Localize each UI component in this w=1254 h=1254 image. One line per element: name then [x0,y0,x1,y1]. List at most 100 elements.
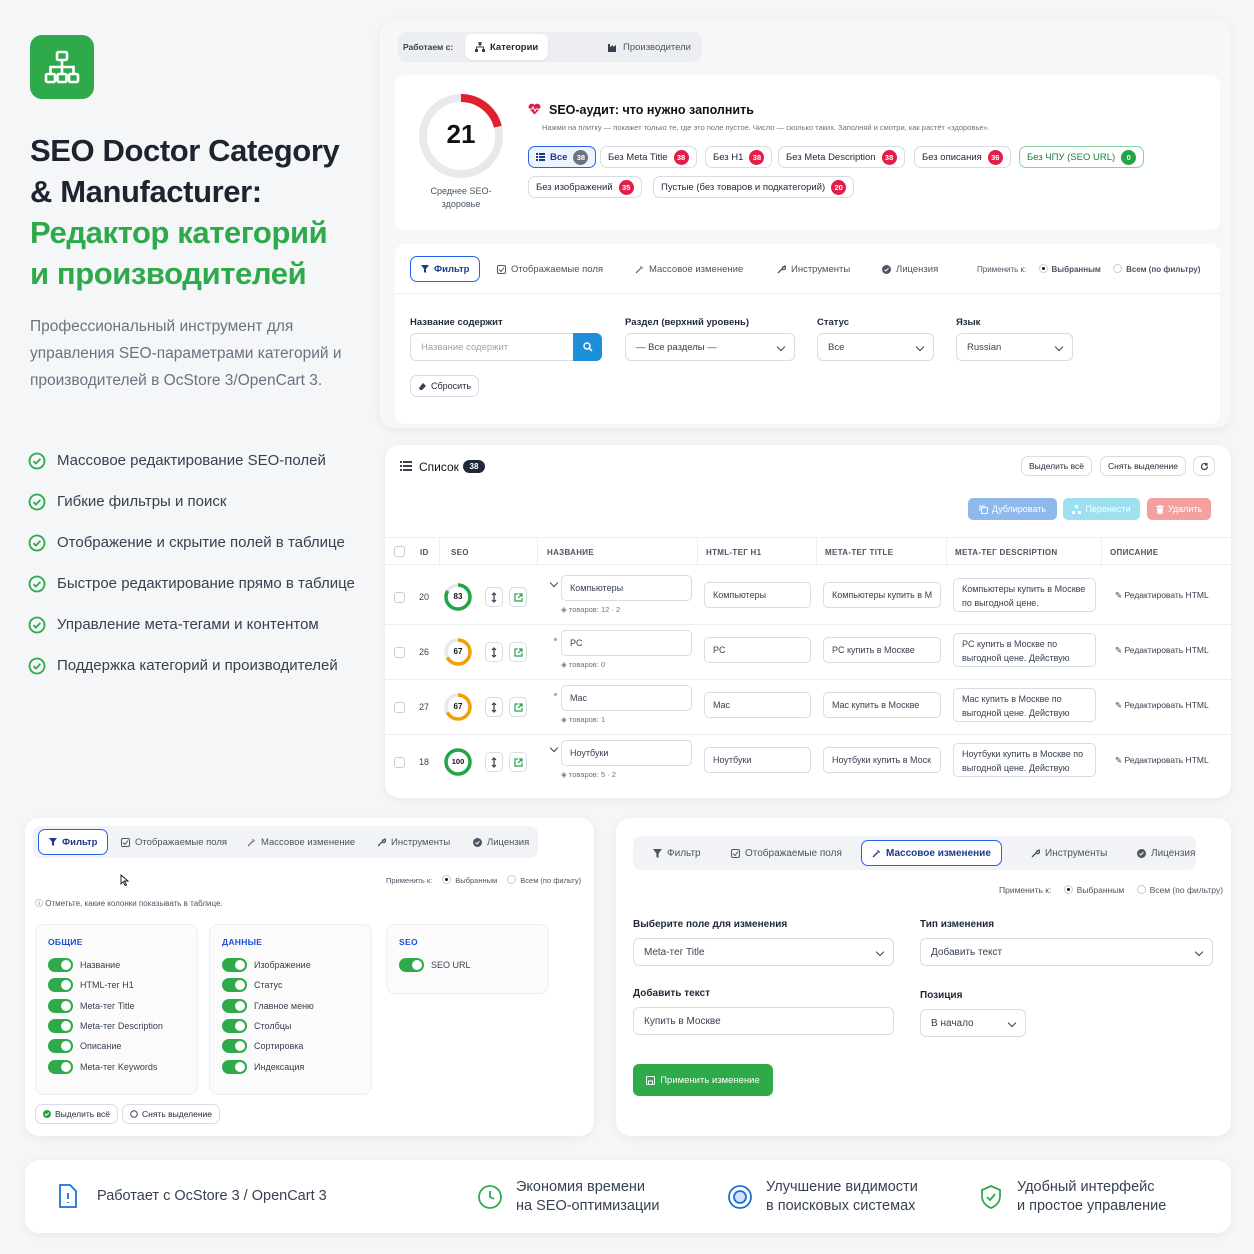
toggle-row[interactable]: Meta-тег Title [48,996,185,1016]
toggle-row[interactable]: SEO URL [399,955,536,975]
row-checkbox[interactable] [394,647,405,658]
tab-license[interactable]: Лицензия [463,829,539,855]
name-field[interactable]: PC [561,630,692,656]
tab-mass-edit[interactable]: Массовое изменение [625,256,753,282]
mass-text-input[interactable]: Купить в Москве [633,1007,894,1035]
open-link-button[interactable] [509,752,527,772]
edit-html-button[interactable]: ✎ Редактировать HTML [1115,645,1209,656]
search-button[interactable] [573,333,602,361]
toggle-row[interactable]: Сортировка [222,1036,359,1056]
h1-field[interactable]: PC [704,637,811,663]
deselect-button[interactable]: Снять выделение [122,1104,221,1124]
toggle-row[interactable]: Индексация [222,1056,359,1076]
refresh-button[interactable] [1193,456,1215,476]
meta-description-field[interactable]: PC купить в Москве по выгодной цене. Дей… [953,633,1096,667]
tab-categories[interactable]: Категории [465,34,549,60]
name-field[interactable]: Ноутбуки [561,740,692,766]
reset-button[interactable]: Сбросить [410,375,480,397]
apply-all-radio[interactable]: Всем (по фильту) [507,875,581,885]
language-select[interactable]: Russian [956,333,1073,361]
open-link-button[interactable] [509,587,527,607]
select-all-button[interactable]: Выделить всё [35,1104,118,1124]
move-button[interactable]: Перенести [1063,498,1140,520]
sort-button[interactable] [485,697,503,717]
audit-chip-no-h1[interactable]: Без H1 38 [705,146,773,168]
toggle-row[interactable]: Meta-тег Description [48,1016,185,1036]
name-filter-input[interactable]: Название содержит [410,333,574,361]
meta-title-field[interactable]: Компьютеры купить в М [823,582,941,608]
tab-mass-edit[interactable]: Массовое изменение [237,829,365,855]
edit-html-button[interactable]: ✎ Редактировать HTML [1115,755,1209,766]
duplicate-button[interactable]: Дублировать [968,498,1057,520]
toggle-row[interactable]: Meta-тег Keywords [48,1056,185,1076]
apply-selected-radio[interactable]: Выбранным [1063,885,1124,895]
audit-chip-all[interactable]: Все 38 [528,146,597,168]
h1-field[interactable]: Компьютеры [704,582,811,608]
tab-visible-fields[interactable]: Отображаемые поля [111,829,237,855]
toggle-row[interactable]: Изображение [222,955,359,975]
meta-title-field[interactable]: PC купить в Москве [823,637,941,663]
tab-tools[interactable]: Инструменты [1021,840,1117,866]
meta-description-field[interactable]: Компьютеры купить в Москве по выгодной ц… [953,578,1096,612]
row-checkbox[interactable] [394,592,405,603]
toggle-switch[interactable] [222,998,247,1013]
section-select[interactable]: — Все разделы — [625,333,795,361]
tab-mass-edit[interactable]: Массовое изменение [861,840,1002,866]
open-link-button[interactable] [509,642,527,662]
h1-field[interactable]: Ноутбуки [704,747,811,773]
apply-all-radio[interactable]: Всем (по фильтру) [1136,885,1223,895]
tab-tools[interactable]: Инструменты [367,829,460,855]
toggle-switch[interactable] [399,958,424,973]
toggle-row[interactable]: Главное меню [222,996,359,1016]
toggle-row[interactable]: Статус [222,975,359,995]
audit-chip-no-meta-title[interactable]: Без Meta Title 38 [600,146,697,168]
tab-visible-fields[interactable]: Отображаемые поля [721,840,852,866]
sort-button[interactable] [485,752,503,772]
toggle-switch[interactable] [222,1059,247,1074]
select-all-button[interactable]: Выделить всё [1021,456,1092,476]
toggle-row[interactable]: HTML-тег H1 [48,975,185,995]
toggle-switch[interactable] [48,1039,73,1054]
apply-all-radio[interactable]: Всем (по фильтру) [1113,264,1200,274]
edit-html-button[interactable]: ✎ Редактировать HTML [1115,590,1209,601]
toggle-row[interactable]: Название [48,955,185,975]
apply-selected-radio[interactable]: Выбранным [1038,264,1101,274]
status-select[interactable]: Все [817,333,934,361]
audit-chip-no-description[interactable]: Без описания 36 [914,146,1011,168]
audit-chip-no-images[interactable]: Без изображений 35 [528,176,642,198]
edit-html-button[interactable]: ✎ Редактировать HTML [1115,700,1209,711]
tab-filter[interactable]: Фильтр [410,256,481,282]
mass-type-select[interactable]: Добавить текст [920,938,1213,966]
toggle-row[interactable]: Описание [48,1036,185,1056]
toggle-switch[interactable] [48,998,73,1013]
tab-license[interactable]: Лицензия [872,256,948,282]
name-field[interactable]: Mac [561,685,692,711]
meta-title-field[interactable]: Ноутбуки купить в Моск [823,747,941,773]
toggle-switch[interactable] [48,958,73,973]
toggle-switch[interactable] [48,1019,73,1034]
meta-title-field[interactable]: Mac купить в Москве [823,692,941,718]
row-checkbox[interactable] [394,702,405,713]
tab-manufacturers[interactable]: Производители [598,34,701,60]
meta-description-field[interactable]: Ноутбуки купить в Москве по выгодной цен… [953,743,1096,777]
meta-description-field[interactable]: Mac купить в Москве по выгодной цене. Де… [953,688,1096,722]
toggle-switch[interactable] [222,978,247,993]
tab-filter[interactable]: Фильтр [38,829,109,855]
tab-tools[interactable]: Инструменты [767,256,860,282]
expand-chevron[interactable] [549,578,559,588]
toggle-switch[interactable] [222,1039,247,1054]
expand-chevron[interactable] [549,743,559,753]
toggle-row[interactable]: Столбцы [222,1016,359,1036]
toggle-switch[interactable] [48,978,73,993]
audit-chip-empty[interactable]: Пустые (без товаров и подкатегорий) 20 [653,176,855,198]
toggle-switch[interactable] [48,1059,73,1074]
sort-button[interactable] [485,642,503,662]
apply-change-button[interactable]: Применить изменение [633,1064,773,1096]
select-all-checkbox[interactable] [394,546,405,557]
toggle-switch[interactable] [222,1019,247,1034]
audit-chip-no-seo-url[interactable]: Без ЧПУ (SEO URL) 0 [1019,146,1145,168]
sort-button[interactable] [485,587,503,607]
tab-filter[interactable]: Фильтр [643,840,711,866]
delete-button[interactable]: Удалить [1147,498,1211,520]
mass-position-select[interactable]: В начало [920,1009,1026,1037]
